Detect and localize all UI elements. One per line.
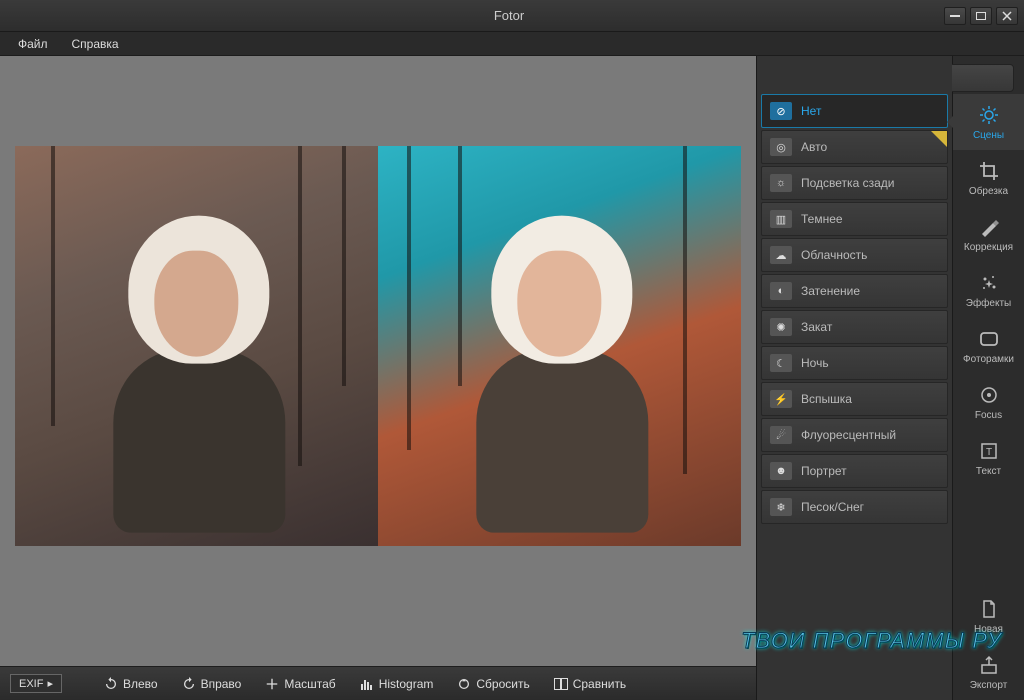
histogram-icon [360, 677, 374, 691]
tool-text[interactable]: T Текст [953, 430, 1024, 486]
scene-icon-flash: ⚡ [770, 390, 792, 408]
scene-icon-shade: ◐ [770, 282, 792, 300]
minimize-button[interactable] [944, 7, 966, 25]
menu-file[interactable]: Файл [8, 35, 58, 53]
scene-icon-cloudy: ☁ [770, 246, 792, 264]
rotate-right-button[interactable]: Вправо [174, 673, 250, 695]
scene-icon-night: ☾ [770, 354, 792, 372]
zoom-icon [265, 677, 279, 691]
tool-label: Фоторамки [963, 354, 1014, 365]
scene-item-flash[interactable]: ⚡ Вспышка [761, 382, 948, 416]
menu-help[interactable]: Справка [62, 35, 129, 53]
new-icon [978, 598, 1000, 620]
tool-label: Focus [975, 410, 1002, 421]
image-viewport[interactable] [0, 56, 756, 666]
scene-item-sandsnow[interactable]: ❄ Песок/Снег [761, 490, 948, 524]
scene-item-night[interactable]: ☾ Ночь [761, 346, 948, 380]
scene-item-darken[interactable]: ▥ Темнее [761, 202, 948, 236]
tool-frames[interactable]: Фоторамки [953, 318, 1024, 374]
scene-item-fluorescent[interactable]: ☄ Флуоресцентный [761, 418, 948, 452]
scene-item-none[interactable]: ⊘ Нет [761, 94, 948, 128]
scene-item-sunset[interactable]: ✺ Закат [761, 310, 948, 344]
scene-icon-fluorescent: ☄ [770, 426, 792, 444]
scene-icon-backlit: ☼ [770, 174, 792, 192]
scene-label: Закат [801, 320, 832, 334]
exif-button[interactable]: EXIF ▸ [10, 674, 62, 693]
rotate-right-icon [182, 677, 196, 691]
scene-label: Облачность [801, 248, 867, 262]
tool-crop[interactable]: Обрезка [953, 150, 1024, 206]
scene-label: Авто [801, 140, 827, 154]
chevron-right-icon: ▸ [47, 677, 53, 690]
tool-effects[interactable]: Эффекты [953, 262, 1024, 318]
scene-label: Подсветка сзади [801, 176, 894, 190]
histogram-button[interactable]: Histogram [352, 673, 442, 695]
scene-item-auto[interactable]: ◎ Авто [761, 130, 948, 164]
scene-panel: ⊘ Нет ◎ Авто ☼ Подсветка сзади ▥ Темнее ☁ Облачно… [756, 56, 952, 700]
tool-label: Экспорт [970, 680, 1008, 691]
effects-icon [978, 272, 1000, 294]
rotate-left-button[interactable]: Влево [96, 673, 166, 695]
scene-icon-none: ⊘ [770, 102, 792, 120]
scene-label: Нет [801, 104, 821, 118]
scene-icon-sandsnow: ❄ [770, 498, 792, 516]
tool-label: Сцены [973, 130, 1004, 141]
scene-item-portrait[interactable]: ☻ Портрет [761, 454, 948, 488]
scene-label: Флуоресцентный [801, 428, 896, 442]
scene-label: Портрет [801, 464, 847, 478]
tool-label: Коррекция [964, 242, 1013, 253]
scene-label: Темнее [801, 212, 843, 226]
titlebar: Fotor [0, 0, 1024, 32]
canvas-area: EXIF ▸ Влево Вправо Масштаб Histogram [0, 56, 756, 700]
compare-icon [554, 677, 568, 691]
menubar: Файл Справка [0, 32, 1024, 56]
focus-icon [978, 384, 1000, 406]
scene-icon-portrait: ☻ [770, 462, 792, 480]
scene-list: ⊘ Нет ◎ Авто ☼ Подсветка сзади ▥ Темнее ☁ Облачно… [757, 94, 952, 524]
scene-item-cloudy[interactable]: ☁ Облачность [761, 238, 948, 272]
scene-label: Затенение [801, 284, 860, 298]
canvas-bottombar: EXIF ▸ Влево Вправо Масштаб Histogram [0, 666, 756, 700]
maximize-button[interactable] [970, 7, 992, 25]
premium-badge-icon [931, 131, 947, 147]
compare-button[interactable]: Сравнить [546, 673, 634, 695]
tool-adjust[interactable]: Коррекция [953, 206, 1024, 262]
scene-item-shade[interactable]: ◐ Затенение [761, 274, 948, 308]
scene-label: Вспышка [801, 392, 852, 406]
tools-column: Сцены Обрезка Коррекция Эффекты Фоторамки Foc… [952, 56, 1024, 700]
rotate-left-icon [104, 677, 118, 691]
edited-image [15, 146, 741, 546]
frames-icon [978, 328, 1000, 350]
tool-focus[interactable]: Focus [953, 374, 1024, 430]
app-title: Fotor [494, 8, 524, 23]
tool-label: Текст [976, 466, 1001, 477]
watermark: ТВОИ ПРОГРАММЫ РУ [741, 628, 1002, 654]
reset-icon [457, 677, 471, 691]
zoom-button[interactable]: Масштаб [257, 673, 343, 695]
export-icon [978, 654, 1000, 676]
tool-scenes[interactable]: Сцены [953, 94, 1024, 150]
scene-item-backlit[interactable]: ☼ Подсветка сзади [761, 166, 948, 200]
scene-icon-sunset: ✺ [770, 318, 792, 336]
close-button[interactable] [996, 7, 1018, 25]
scene-icon-auto: ◎ [770, 138, 792, 156]
svg-text:T: T [985, 447, 991, 458]
crop-icon [978, 160, 1000, 182]
adjust-icon [978, 216, 1000, 238]
tool-label: Обрезка [969, 186, 1008, 197]
scene-icon-darken: ▥ [770, 210, 792, 228]
text-icon: T [978, 440, 1000, 462]
tool-label: Эффекты [966, 298, 1011, 309]
reset-button[interactable]: Сбросить [449, 673, 537, 695]
scene-label: Ночь [801, 356, 829, 370]
scenes-icon [978, 104, 1000, 126]
scene-label: Песок/Снег [801, 500, 864, 514]
